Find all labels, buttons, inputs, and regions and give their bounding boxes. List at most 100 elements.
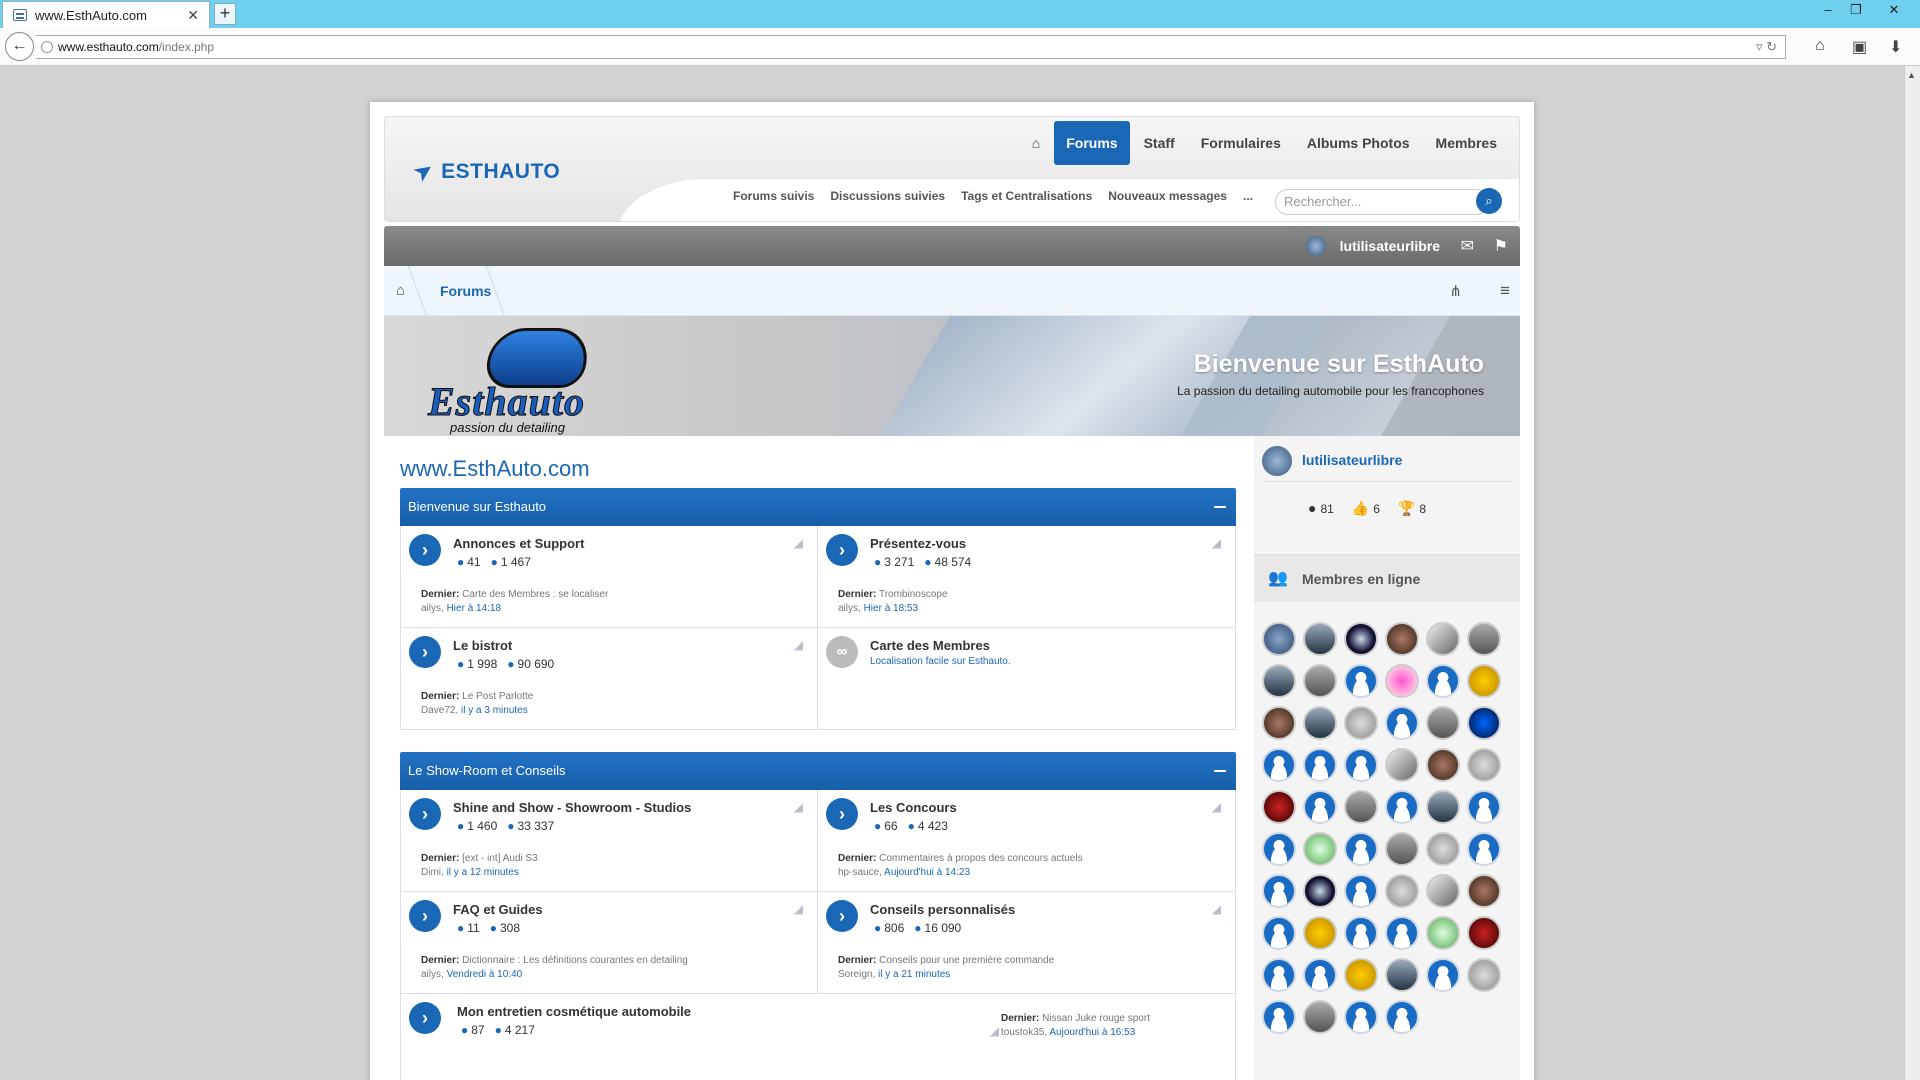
member-avatar[interactable] [1344, 874, 1378, 908]
member-avatar[interactable] [1262, 622, 1296, 656]
forum-chevron-icon[interactable]: › [409, 798, 441, 830]
member-avatar[interactable] [1344, 916, 1378, 950]
menu-icon[interactable]: ≡ [1500, 281, 1510, 301]
sidebar-username[interactable]: lutilisateurlibre [1302, 452, 1402, 468]
member-avatar[interactable] [1344, 790, 1378, 824]
search-button[interactable]: ⌕ [1476, 188, 1502, 214]
forum-chevron-icon[interactable]: › [409, 1002, 441, 1034]
collapse-icon[interactable] [1214, 506, 1226, 508]
member-avatar[interactable] [1303, 958, 1337, 992]
last-title[interactable]: Carte des Membres : se localiser [462, 589, 608, 600]
member-avatar[interactable] [1467, 916, 1501, 950]
member-avatar[interactable] [1303, 622, 1337, 656]
downloads-icon[interactable]: ⬇ [1889, 37, 1902, 57]
member-avatar[interactable] [1426, 874, 1460, 908]
window-close-icon[interactable]: ✕ [1884, 2, 1904, 18]
collapse-icon[interactable] [1214, 770, 1226, 772]
member-avatar[interactable] [1385, 748, 1419, 782]
section-header[interactable]: Bienvenue sur Esthauto [400, 488, 1236, 526]
member-avatar[interactable] [1303, 916, 1337, 950]
forum-title[interactable]: Le bistrot [453, 638, 512, 653]
last-user[interactable]: Dimi, [421, 867, 444, 878]
member-avatar[interactable] [1426, 622, 1460, 656]
member-avatar[interactable] [1385, 790, 1419, 824]
last-time[interactable]: Aujourd'hui à 14:23 [884, 867, 970, 878]
last-user[interactable]: ailys, [421, 603, 444, 614]
link-icon[interactable]: ∞ [826, 636, 858, 668]
section-header[interactable]: Le Show-Room et Conseils [400, 752, 1236, 790]
last-title[interactable]: Conseils pour une première commande [879, 955, 1054, 966]
reload-icon[interactable]: ▿ ↻ [1756, 36, 1777, 58]
forum-chevron-icon[interactable]: › [409, 534, 441, 566]
last-user[interactable]: Soreign, [838, 969, 875, 980]
rss-icon[interactable]: ◢ [794, 800, 803, 814]
member-avatar[interactable] [1467, 664, 1501, 698]
member-avatar[interactable] [1344, 748, 1378, 782]
member-avatar[interactable] [1467, 748, 1501, 782]
member-avatar[interactable] [1467, 790, 1501, 824]
last-time[interactable]: Aujourd'hui à 16:53 [1049, 1027, 1135, 1038]
member-avatar[interactable] [1426, 958, 1460, 992]
member-avatar[interactable] [1467, 622, 1501, 656]
nav-formulaires[interactable]: Formulaires [1189, 121, 1293, 165]
member-avatar[interactable] [1385, 916, 1419, 950]
member-avatar[interactable] [1303, 706, 1337, 740]
forum-title[interactable]: Shine and Show - Showroom - Studios [453, 800, 691, 815]
member-avatar[interactable] [1426, 664, 1460, 698]
last-title[interactable]: Le Post Parlotte [462, 691, 533, 702]
last-time[interactable]: il y a 12 minutes [447, 867, 519, 878]
nav-home[interactable]: ⌂ [1020, 121, 1052, 165]
member-avatar[interactable] [1385, 832, 1419, 866]
url-bar[interactable]: www.esthauto.com/index.php ▿ ↻ [36, 35, 1786, 59]
forum-title[interactable]: Carte des Membres [870, 638, 990, 653]
forum-title[interactable]: Conseils personnalisés [870, 902, 1015, 917]
forum-chevron-icon[interactable]: › [409, 900, 441, 932]
forum-chevron-icon[interactable]: › [826, 534, 858, 566]
member-avatar[interactable] [1303, 874, 1337, 908]
rss-icon[interactable]: ◢ [1212, 902, 1221, 916]
forum-title[interactable]: Présentez-vous [870, 536, 966, 551]
member-avatar[interactable] [1426, 748, 1460, 782]
search-input[interactable]: Rechercher... [1275, 189, 1489, 215]
member-avatar[interactable] [1344, 706, 1378, 740]
member-avatar[interactable] [1467, 958, 1501, 992]
member-avatar[interactable] [1262, 874, 1296, 908]
member-avatar[interactable] [1303, 790, 1337, 824]
subnav-discussions-suivies[interactable]: Discussions suivies [830, 189, 945, 203]
member-avatar[interactable] [1426, 706, 1460, 740]
forum-title[interactable]: FAQ et Guides [453, 902, 543, 917]
forum-title[interactable]: Mon entretien cosmétique automobile [457, 1004, 691, 1019]
scrollbar[interactable]: ▲ [1904, 66, 1920, 1080]
nav-forums[interactable]: Forums [1054, 121, 1130, 165]
rss-icon[interactable]: ◢ [1212, 800, 1221, 814]
member-avatar[interactable] [1385, 664, 1419, 698]
home-icon[interactable]: ⌂ [1815, 37, 1825, 55]
member-avatar[interactable] [1262, 790, 1296, 824]
last-user[interactable]: hp-sauce, [838, 867, 882, 878]
rss-icon[interactable]: ◢ [794, 536, 803, 550]
member-avatar[interactable] [1344, 1000, 1378, 1034]
new-tab-button[interactable]: + [214, 3, 236, 25]
back-button[interactable]: ← [5, 32, 34, 61]
member-avatar[interactable] [1467, 832, 1501, 866]
forum-title[interactable]: Les Concours [870, 800, 957, 815]
member-avatar[interactable] [1344, 664, 1378, 698]
member-avatar[interactable] [1467, 874, 1501, 908]
member-avatar[interactable] [1303, 664, 1337, 698]
member-avatar[interactable] [1467, 706, 1501, 740]
last-title[interactable]: Commentaires à propos des concours actue… [879, 853, 1082, 864]
forum-chevron-icon[interactable]: › [826, 798, 858, 830]
member-avatar[interactable] [1303, 748, 1337, 782]
member-avatar[interactable] [1262, 706, 1296, 740]
subnav-nouveaux-messages[interactable]: Nouveaux messages [1108, 189, 1227, 203]
rss-icon[interactable]: ◢ [990, 1024, 999, 1038]
close-tab-icon[interactable]: ✕ [187, 7, 199, 24]
bookmarks-icon[interactable]: ▣ [1852, 37, 1867, 57]
member-avatar[interactable] [1344, 958, 1378, 992]
subnav-forums-suivis[interactable]: Forums suivis [733, 189, 814, 203]
member-avatar[interactable] [1344, 832, 1378, 866]
nav-membres[interactable]: Membres [1424, 121, 1509, 165]
member-avatar[interactable] [1262, 664, 1296, 698]
scroll-up-icon[interactable]: ▲ [1907, 70, 1917, 80]
member-avatar[interactable] [1344, 622, 1378, 656]
